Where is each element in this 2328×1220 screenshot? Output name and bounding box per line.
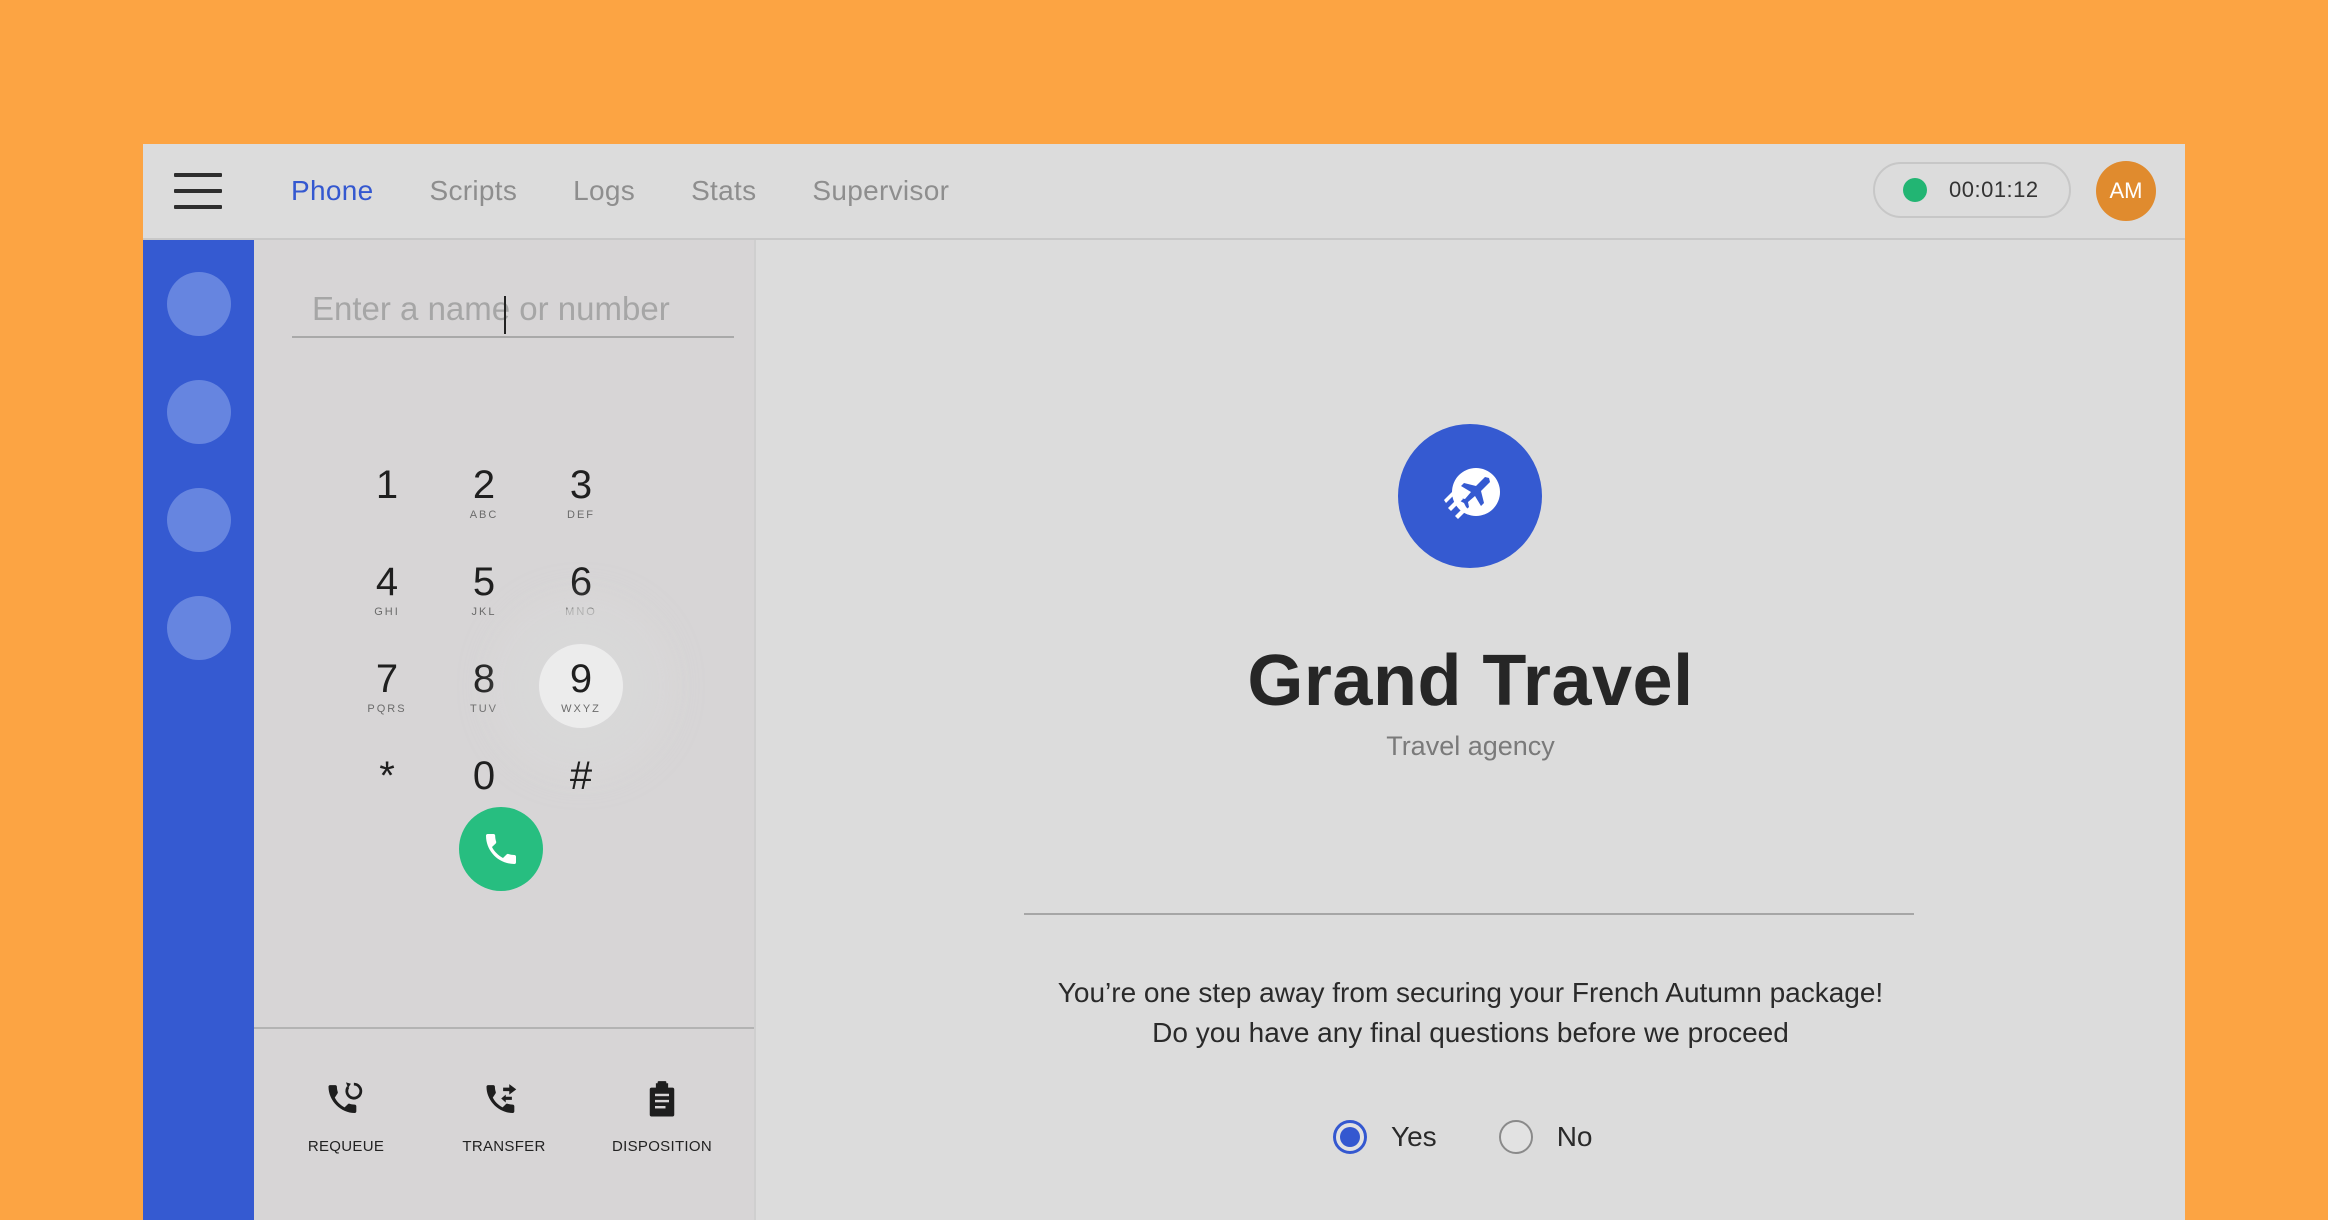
radio-no[interactable] [1498,1120,1533,1154]
answer-radio-group: Yes No [1333,1120,1654,1154]
tab-phone[interactable]: Phone [291,175,373,207]
dial-key-1[interactable]: 1 [345,450,429,534]
dial-key-7[interactable]: 7 PQRS [345,644,429,728]
top-bar: Phone Scripts Logs Stats Supervisor 00:0… [143,144,2185,240]
dialer-divider [254,1027,754,1029]
dial-key-star[interactable]: * [345,741,429,825]
status-dot-icon [1903,178,1927,202]
tab-scripts[interactable]: Scripts [429,175,517,207]
dial-key-5[interactable]: 5 JKL [442,547,526,631]
timer-value: 00:01:12 [1949,177,2039,202]
transfer-button[interactable]: TRANSFER [434,1078,574,1155]
dialer-panel: 1 2 ABC 3 DEF 4 GHI 5 JKL 6 MNO 7 PQRS 8 [254,240,756,1220]
company-title: Grand Travel [1247,641,1694,721]
script-panel: Grand Travel Travel agency You’re one st… [756,240,2185,1220]
call-timer: 00:01:12 [1873,162,2071,218]
call-button[interactable] [459,807,543,891]
tab-stats[interactable]: Stats [691,175,756,207]
transfer-icon [486,1084,517,1113]
script-line-1: You’re one step away from securing your … [1057,977,1884,1008]
tab-logs[interactable]: Logs [573,175,635,207]
script-line-2: Do you have any final questions before w… [1152,1017,1789,1048]
sidebar-item-4[interactable] [167,596,231,660]
agent-console-window: Phone Scripts Logs Stats Supervisor 00:0… [143,144,2185,1220]
sidebar-item-3[interactable] [167,488,231,552]
dial-key-hash[interactable]: # [539,741,623,825]
text-caret [504,296,506,334]
dial-key-4[interactable]: 4 GHI [345,547,429,631]
dial-key-2[interactable]: 2 ABC [442,450,526,534]
avatar[interactable]: AM [2096,161,2156,221]
radio-yes[interactable] [1333,1120,1367,1154]
sidebar [143,240,254,1220]
company-subtitle: Travel agency [1386,731,1555,761]
hamburger-menu-icon[interactable] [174,173,222,209]
radio-option-yes[interactable]: Yes [1333,1120,1437,1154]
clipboard-icon [649,1081,675,1117]
dial-key-3[interactable]: 3 DEF [539,450,623,534]
requeue-icon [328,1082,363,1113]
phone-icon [486,834,516,864]
dial-search-input[interactable] [292,282,734,338]
dial-key-6[interactable]: 6 MNO [539,547,623,631]
content-divider [1024,913,1914,915]
brand-logo [1398,424,1542,568]
radio-option-no[interactable]: No [1498,1120,1592,1154]
disposition-button[interactable]: DISPOSITION [592,1078,732,1155]
dial-key-9[interactable]: 9 WXYZ [539,644,623,728]
main-nav: Phone Scripts Logs Stats Supervisor [291,144,1005,238]
tab-supervisor[interactable]: Supervisor [812,175,949,207]
sidebar-item-2[interactable] [167,380,231,444]
dial-key-8[interactable]: 8 TUV [442,644,526,728]
requeue-button[interactable]: REQUEUE [276,1078,416,1155]
airplane-icon [1444,468,1500,519]
sidebar-item-1[interactable] [167,272,231,336]
script-question: You’re one step away from securing your … [756,973,2185,1053]
